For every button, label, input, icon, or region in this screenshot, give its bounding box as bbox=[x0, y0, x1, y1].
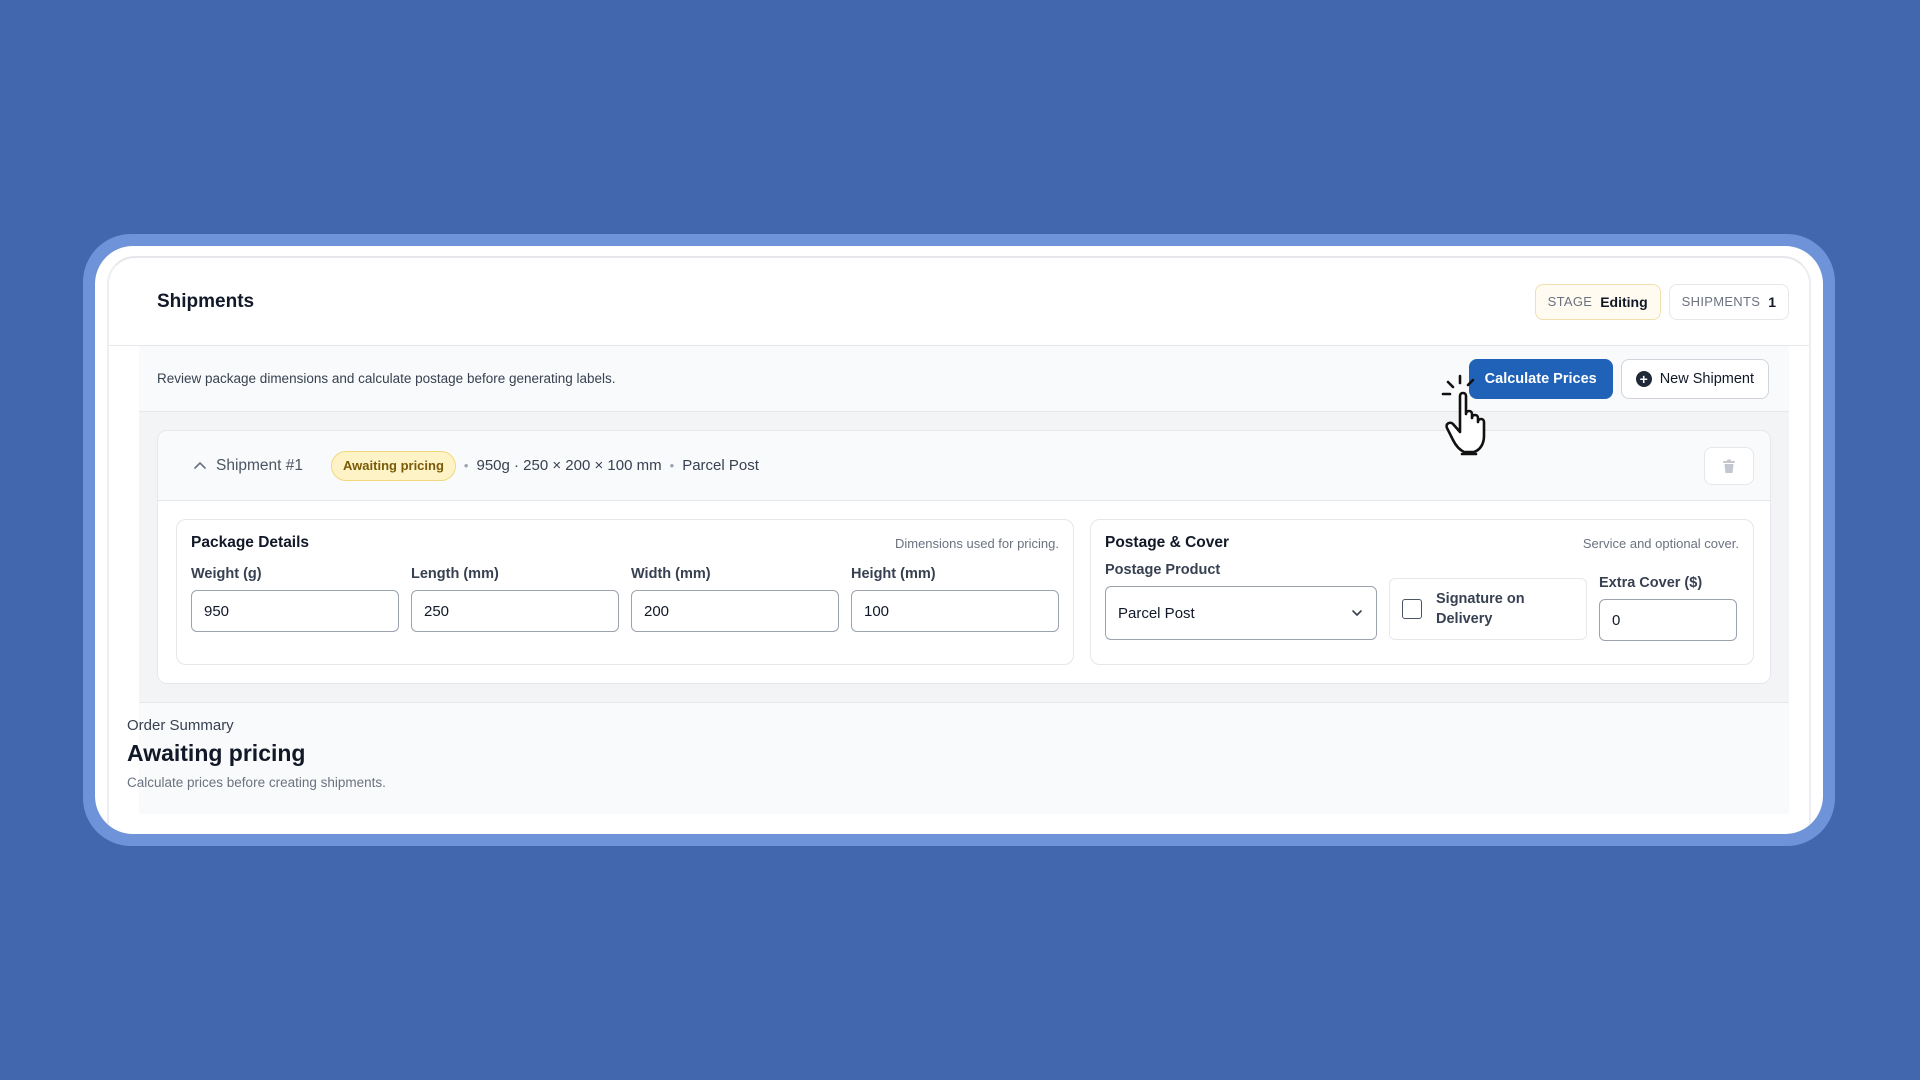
trash-icon bbox=[1723, 459, 1735, 473]
toolbar: Review package dimensions and calculate … bbox=[139, 346, 1789, 412]
shipment-card: Shipment #1 Awaiting pricing • 950g · 25… bbox=[157, 430, 1771, 684]
shipment-name: Shipment #1 bbox=[216, 456, 304, 474]
order-summary: Order Summary Awaiting pricing Calculate… bbox=[127, 702, 1789, 814]
stage-badge: STAGE Editing bbox=[1534, 283, 1661, 320]
postage-cover-header: Postage & Cover Service and optional cov… bbox=[1105, 534, 1739, 552]
toolbar-actions: Calculate Prices + New Shipment bbox=[1468, 358, 1769, 399]
new-shipment-button[interactable]: + New Shipment bbox=[1620, 358, 1769, 399]
height-label: Height (mm) bbox=[851, 566, 936, 582]
order-summary-note: Calculate prices before creating shipmen… bbox=[127, 775, 386, 790]
postage-cover-panel: Postage & Cover Service and optional cov… bbox=[1090, 519, 1754, 665]
shipments-list: Shipment #1 Awaiting pricing • 950g · 25… bbox=[139, 412, 1789, 702]
order-summary-title: Awaiting pricing bbox=[127, 740, 306, 766]
shipment-dimensions-summary: 950g · 250 × 200 × 100 mm bbox=[476, 457, 662, 474]
weight-field-group: Weight (g) 950 bbox=[191, 566, 399, 632]
shipments-count-badge: SHIPMENTS 1 bbox=[1668, 283, 1789, 320]
signature-option[interactable]: Signature on Delivery bbox=[1389, 578, 1587, 640]
package-fields: Weight (g) 950 Length (mm) 250 Width (mm… bbox=[191, 566, 1059, 632]
chevron-up-icon[interactable] bbox=[192, 458, 208, 474]
shipment-header[interactable]: Shipment #1 Awaiting pricing • 950g · 25… bbox=[158, 431, 1770, 501]
postage-cover-title: Postage & Cover bbox=[1105, 534, 1230, 551]
postage-fields: Postage Product Parcel Post Signature on… bbox=[1105, 562, 1739, 641]
package-details-header: Package Details Dimensions used for pric… bbox=[191, 534, 1059, 552]
shipment-product-summary: Parcel Post bbox=[682, 457, 759, 474]
length-input[interactable]: 250 bbox=[411, 590, 619, 632]
toolbar-description: Review package dimensions and calculate … bbox=[157, 371, 616, 386]
status-badge: Awaiting pricing bbox=[331, 450, 456, 481]
shipments-card: Shipments STAGE Editing SHIPMENTS 1 Revi… bbox=[107, 256, 1811, 824]
package-details-note: Dimensions used for pricing. bbox=[894, 535, 1059, 551]
page-title: Shipments bbox=[157, 290, 255, 312]
signature-checkbox[interactable] bbox=[1402, 599, 1422, 619]
window-frame: Shipments STAGE Editing SHIPMENTS 1 Revi… bbox=[83, 234, 1835, 846]
order-summary-label: Order Summary bbox=[127, 717, 234, 734]
stage-badge-value: Editing bbox=[1600, 293, 1648, 310]
height-input[interactable]: 100 bbox=[851, 590, 1059, 632]
height-field-group: Height (mm) 100 bbox=[851, 566, 1059, 632]
width-field-group: Width (mm) 200 bbox=[631, 566, 839, 632]
width-label: Width (mm) bbox=[631, 566, 711, 582]
hand-pointer-cursor-icon bbox=[1441, 374, 1486, 456]
delete-shipment-button[interactable] bbox=[1704, 447, 1754, 485]
separator-dot: • bbox=[669, 458, 675, 473]
shipments-badge-value: 1 bbox=[1768, 293, 1776, 310]
postage-cover-note: Service and optional cover. bbox=[1582, 535, 1739, 551]
header-badges: STAGE Editing SHIPMENTS 1 bbox=[1534, 283, 1789, 320]
separator-dot: • bbox=[463, 458, 469, 473]
extra-cover-input[interactable]: 0 bbox=[1599, 599, 1737, 641]
postage-product-select[interactable]: Parcel Post bbox=[1105, 586, 1377, 640]
extra-cover-label: Extra Cover ($) bbox=[1599, 575, 1703, 591]
shipment-body: Package Details Dimensions used for pric… bbox=[158, 501, 1770, 665]
new-shipment-label: New Shipment bbox=[1659, 370, 1754, 387]
length-label: Length (mm) bbox=[411, 566, 499, 582]
window-inner: Shipments STAGE Editing SHIPMENTS 1 Revi… bbox=[95, 246, 1823, 834]
shipments-badge-key: SHIPMENTS bbox=[1681, 294, 1761, 309]
package-details-title: Package Details bbox=[191, 534, 310, 551]
postage-product-value: Parcel Post bbox=[1118, 604, 1195, 622]
plus-circle-icon: + bbox=[1635, 370, 1652, 387]
width-input[interactable]: 200 bbox=[631, 590, 839, 632]
weight-label: Weight (g) bbox=[191, 566, 262, 582]
postage-product-group: Postage Product Parcel Post bbox=[1105, 562, 1377, 640]
extra-cover-group: Extra Cover ($) 0 bbox=[1599, 575, 1737, 641]
postage-product-label: Postage Product bbox=[1105, 562, 1221, 578]
card-header: Shipments STAGE Editing SHIPMENTS 1 bbox=[109, 258, 1809, 346]
weight-input[interactable]: 950 bbox=[191, 590, 399, 632]
length-field-group: Length (mm) 250 bbox=[411, 566, 619, 632]
stage-badge-key: STAGE bbox=[1547, 294, 1593, 309]
package-details-panel: Package Details Dimensions used for pric… bbox=[176, 519, 1074, 665]
chevron-down-icon bbox=[1352, 610, 1362, 616]
signature-label: Signature on Delivery bbox=[1436, 591, 1525, 627]
